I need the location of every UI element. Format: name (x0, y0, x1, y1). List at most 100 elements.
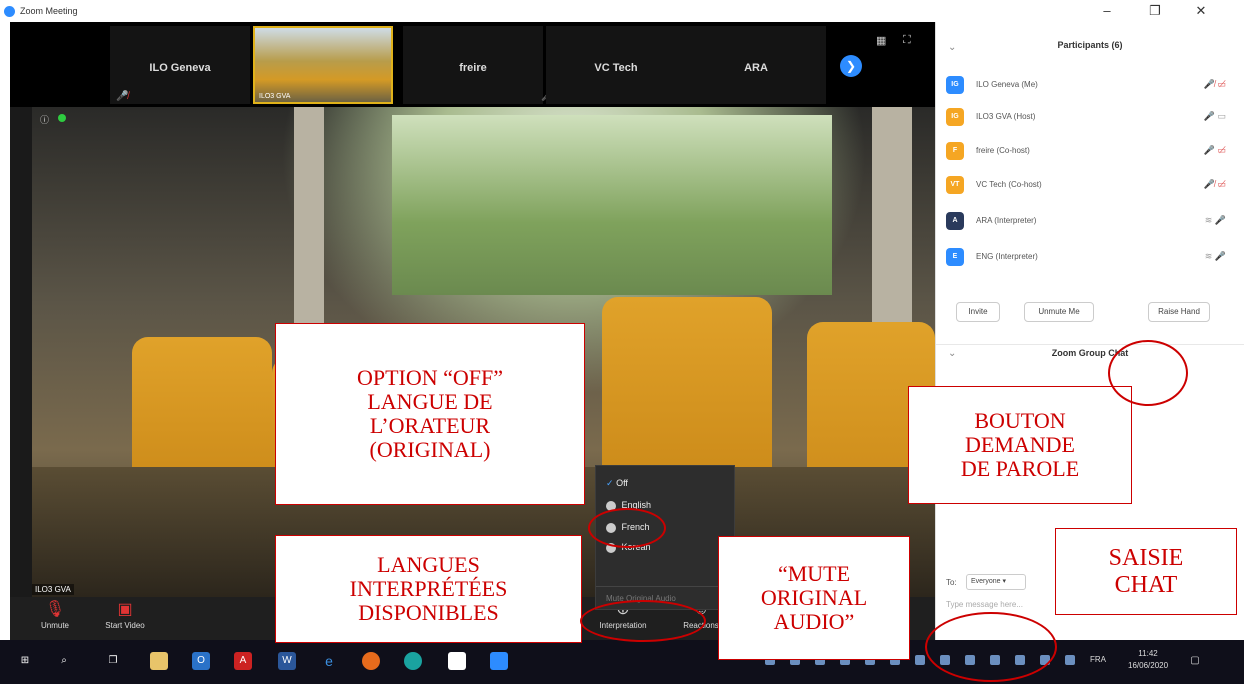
photos-icon[interactable] (448, 652, 466, 670)
participant-status-icons: 🎤̸ ▭̸ (1204, 79, 1226, 90)
participant-name: VC Tech (Co-host) (976, 180, 1042, 189)
thumbnail-ara[interactable]: ARA (686, 26, 826, 104)
task-view-icon[interactable]: ❐ (104, 652, 122, 670)
annotation-mute-original: “MUTE ORIGINAL AUDIO” (718, 536, 910, 660)
participant-row[interactable]: E ENG (Interpreter) ≋ 🎤 (946, 248, 1236, 270)
window-title: Zoom Meeting (20, 6, 78, 16)
thumbnail-vc-tech[interactable]: VC Tech (546, 26, 686, 104)
window-view (392, 115, 832, 295)
chat-recipient-select[interactable]: Everyone ▾ (966, 574, 1026, 590)
video-icon: ▭ (1217, 111, 1226, 121)
windows-start-icon[interactable]: ⊞ (16, 652, 34, 670)
chrome-icon[interactable] (404, 652, 422, 670)
volume-icon[interactable] (1065, 655, 1075, 665)
window-titlebar: Zoom Meeting – ❐ ✕ (0, 0, 1244, 22)
close-button[interactable]: ✕ (1186, 3, 1216, 19)
thumbnail-ilo3-gva[interactable]: ILO3 GVA (253, 26, 393, 104)
search-icon[interactable]: ⌕ (55, 652, 73, 670)
mic-muted-icon: 🎙 (44, 601, 66, 618)
zoom-logo-icon (4, 6, 15, 17)
annotation-chat-input: SAISIE CHAT (1055, 528, 1237, 615)
participant-row[interactable]: IG ILO3 GVA (Host) 🎤 ▭ (946, 108, 1236, 130)
pillar (294, 107, 324, 347)
main-video-name: ILO3 GVA (32, 584, 74, 595)
taskbar-clock[interactable]: 11:42 16/06/2020 (1128, 648, 1168, 672)
raise-hand-button[interactable]: Raise Hand (1148, 302, 1210, 322)
participant-status-icons: 🎤 ▭ (1204, 111, 1226, 122)
participant-name: freire (Co-host) (976, 146, 1030, 155)
outlook-icon[interactable]: O (192, 652, 210, 670)
edge-icon[interactable]: e (320, 652, 338, 670)
input-language[interactable]: FRA (1090, 655, 1106, 664)
option-label: Off (616, 478, 628, 488)
thumbnail-strip: ILO Geneva 🎤̸ ILO3 GVA freire 🎤̸ VC Tech… (10, 22, 935, 107)
next-page-button[interactable]: ❯ (840, 55, 862, 77)
unmute-button[interactable]: 🎙 Unmute (20, 599, 90, 630)
participant-status-icons: 🎤̸ ▭̸ (1204, 179, 1226, 190)
participant-row[interactable]: IG ILO Geneva (Me) 🎤̸ ▭̸ (946, 76, 1236, 98)
acrobat-icon[interactable]: A (234, 652, 252, 670)
security-shield-icon (58, 114, 66, 122)
highlight-ring-interpretation (580, 600, 706, 642)
participant-row[interactable]: F freire (Co-host) 🎤 ▭̸ (946, 142, 1236, 164)
maximize-button[interactable]: ❐ (1140, 3, 1170, 19)
thumbnail-name: VC Tech (594, 62, 638, 74)
gallery-view-icon[interactable]: ▦ (876, 34, 886, 47)
avatar: F (946, 142, 964, 160)
mic-icon: 🎤 (1203, 111, 1215, 121)
thumbnail-name: freire (459, 62, 487, 74)
thumbnail-name: ARA (744, 62, 768, 74)
participant-status-icons: ≋ 🎤 (1205, 251, 1226, 262)
word-icon[interactable]: W (278, 652, 296, 670)
participant-row[interactable]: A ARA (Interpreter) ≋ 🎤 (946, 212, 1236, 234)
mic-icon: 🎤 (1214, 215, 1226, 225)
highlight-ring-chat-input (925, 612, 1057, 682)
avatar: A (946, 212, 964, 230)
info-icon[interactable]: ⓘ (40, 113, 49, 126)
fullscreen-icon[interactable]: ⛶ (903, 34, 911, 47)
interpreter-icon: ≋ (1204, 251, 1213, 261)
annotation-languages: LANGUES INTERPRÉTÉES DISPONIBLES (275, 535, 582, 643)
avatar: VT (946, 176, 964, 194)
avatar: IG (946, 76, 964, 94)
participant-name: ILO3 GVA (Host) (976, 112, 1036, 121)
thumbnail-name: ILO3 GVA (259, 93, 291, 100)
mic-muted-icon: 🎤̸ (1203, 79, 1215, 89)
avatar: E (946, 248, 964, 266)
start-video-button[interactable]: ▣ Start Video (90, 599, 160, 630)
clock-time: 11:42 (1138, 649, 1158, 658)
unmute-label: Unmute (40, 621, 69, 630)
notifications-icon[interactable]: ▢ (1186, 652, 1204, 670)
file-explorer-icon[interactable] (150, 652, 168, 670)
start-video-label: Start Video (105, 621, 145, 630)
language-option-off[interactable]: ✓ Off (606, 478, 628, 489)
tray-icon[interactable] (915, 655, 925, 665)
annotation-raise-hand: BOUTON DEMANDE DE PAROLE (908, 386, 1132, 504)
thumbnail-ilo-geneva[interactable]: ILO Geneva 🎤̸ (110, 26, 250, 104)
chat-title: Zoom Group Chat (1051, 348, 1129, 358)
checkmark-icon: ✓ (606, 478, 614, 488)
video-off-icon: ▣ (117, 601, 133, 618)
muted-mic-icon: 🎤̸ (116, 91, 129, 102)
highlight-ring-raise-hand (1108, 340, 1188, 406)
thumbnail-freire[interactable]: freire 🎤̸ (403, 26, 553, 104)
firefox-icon[interactable] (362, 652, 380, 670)
chat-message-input[interactable]: Type message here... (946, 600, 1023, 609)
minimize-button[interactable]: – (1092, 3, 1122, 18)
pillar (872, 107, 912, 347)
video-off-icon: ▭̸ (1217, 79, 1226, 89)
thumbnail-name: ILO Geneva (149, 62, 211, 74)
windows-taskbar: ⊞ ⌕ ❐ O A W e FRA 11:42 16/06/2020 ▢ (0, 640, 1244, 684)
participant-name: ENG (Interpreter) (976, 252, 1038, 261)
annotation-option-off: OPTION “OFF” LANGUE DE L’ORATEUR (ORIGIN… (275, 323, 585, 505)
participant-status-icons: ≋ 🎤 (1205, 215, 1226, 226)
panel-divider (936, 344, 1244, 345)
mic-muted-icon: 🎤̸ (1203, 179, 1215, 189)
invite-button[interactable]: Invite (956, 302, 1000, 322)
participant-row[interactable]: VT VC Tech (Co-host) 🎤̸ ▭̸ (946, 176, 1236, 198)
menu-divider (596, 586, 734, 587)
clock-date: 16/06/2020 (1128, 661, 1169, 670)
unmute-me-button[interactable]: Unmute Me (1024, 302, 1094, 322)
zoom-taskbar-icon[interactable] (490, 652, 508, 670)
participant-name: ILO Geneva (Me) (976, 80, 1038, 89)
